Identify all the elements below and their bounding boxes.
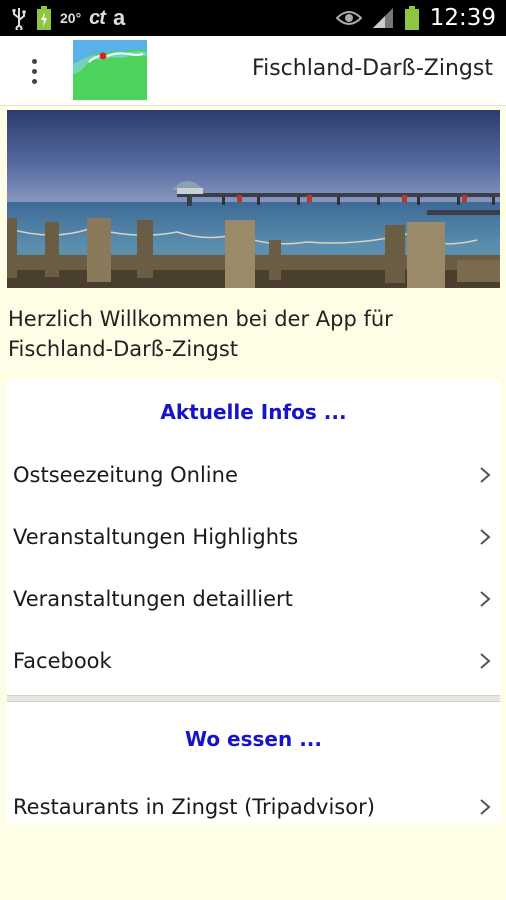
section-title: Aktuelle Infos ... [160,400,347,424]
map-image [73,40,147,100]
status-bar-right: 12:39 [335,0,496,36]
chevron-right-icon [480,467,491,483]
amazon-icon: a [112,5,126,30]
status-bar: 20° ct a 12:39 [0,0,506,36]
signal-icon [372,8,393,28]
list-item-label: Ostseezeitung Online [13,463,238,487]
overflow-menu-icon[interactable] [20,50,48,92]
section-title: Wo essen ... [185,727,322,751]
section-divider [7,695,500,702]
app-title: Fischland-Darß-Zingst [252,56,493,81]
list-item-ostseezeitung[interactable]: Ostseezeitung Online [7,444,500,506]
list-item-label: Veranstaltungen detailliert [13,587,293,611]
list-item-facebook[interactable]: Facebook [7,630,500,692]
battery-icon [404,6,419,30]
battery-charging-icon [37,6,51,30]
ct-icon: ct [89,6,106,29]
clock-text: 12:39 [429,5,496,31]
list-item-restaurants-zingst[interactable]: Restaurants in Zingst (Tripadvisor) [7,776,500,838]
chevron-right-icon [480,529,491,545]
list-item-veranstaltungen-detailliert[interactable]: Veranstaltungen detailliert [7,568,500,630]
section-aktuelle-infos: Aktuelle Infos ... Ostseezeitung Online … [7,380,500,695]
welcome-text: Herzlich Willkommen bei der App für Fisc… [8,307,393,361]
temperature-text: 20° [60,10,82,26]
chevron-right-icon [480,591,491,607]
chevron-right-icon [480,799,491,815]
app-logo-map[interactable] [73,40,147,100]
status-bar-left: 20° ct a [10,0,125,36]
chevron-right-icon [480,653,491,669]
list-item-label: Facebook [13,649,112,673]
section-wo-essen: Wo essen ... Restaurants in Zingst (Trip… [7,702,500,824]
action-bar: Fischland-Darß-Zingst [0,36,506,106]
list-item-veranstaltungen-highlights[interactable]: Veranstaltungen Highlights [7,506,500,568]
list-item-label: Veranstaltungen Highlights [13,525,299,549]
usb-icon [12,8,26,30]
list-item-label: Restaurants in Zingst (Tripadvisor) [13,795,375,819]
header-photo-pier [7,110,500,288]
eye-icon [335,11,362,25]
